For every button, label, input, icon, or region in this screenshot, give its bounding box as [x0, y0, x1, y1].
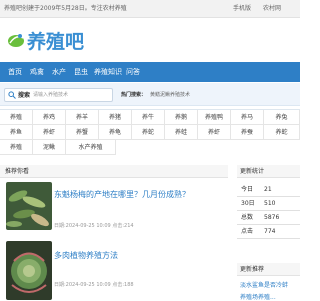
- article-title[interactable]: 多肉植物养殖方法: [54, 250, 118, 261]
- category-item[interactable]: 养蚕: [231, 125, 264, 140]
- site-notice: 养殖吧创建于2009年5月28日。专注农村养殖: [4, 5, 127, 12]
- nav-item-aquatic[interactable]: 水产: [52, 62, 66, 82]
- rural-link[interactable]: 农村网: [263, 5, 281, 12]
- category-item[interactable]: 养蛙: [165, 125, 198, 140]
- stat-value: 510: [264, 200, 276, 207]
- category-item[interactable]: 养蛇: [132, 125, 165, 140]
- top-links: 手机版 农村网: [233, 3, 291, 12]
- nav-item-knowledge[interactable]: 养殖知识: [94, 62, 122, 82]
- search-label: 搜索: [18, 92, 31, 99]
- hot-search-label: 热门搜索：: [121, 92, 147, 98]
- stat-row: 今日 21: [237, 183, 300, 197]
- category-item[interactable]: 养兔: [264, 110, 300, 125]
- article-title[interactable]: 东魁杨梅的产地在哪里？几月份成熟？: [54, 189, 190, 200]
- recommend-header: 推荐你看: [0, 165, 228, 178]
- search-placeholder: 请输入养殖技术: [33, 92, 69, 98]
- nav-item-home[interactable]: 首页: [8, 62, 22, 82]
- category-item[interactable]: 养殖: [0, 110, 33, 125]
- category-item[interactable]: 养蟹: [66, 125, 99, 140]
- stats-header: 更新统计: [237, 165, 300, 178]
- nav-item-qa[interactable]: 问答: [126, 62, 140, 82]
- category-item[interactable]: 泥鳅: [33, 140, 66, 155]
- category-item[interactable]: 养羊: [66, 110, 99, 125]
- category-grid: 养殖 养鸡 养羊 养猪 养牛 养鹅 养殖鸭 养马 养兔 养鱼 养虾 养蟹 养龟 …: [0, 109, 300, 160]
- main-nav: 首页 鸡禽 水产 昆虫 养殖知识 问答: [0, 62, 300, 82]
- logo-text: 养殖吧: [27, 30, 85, 53]
- category-item[interactable]: 养虾: [33, 125, 66, 140]
- article-thumbnail[interactable]: [6, 182, 52, 230]
- stat-row: 总数 5876: [237, 211, 300, 225]
- stat-key: 今日: [241, 186, 254, 193]
- category-item[interactable]: 养鱼: [0, 125, 33, 140]
- category-item[interactable]: 养马: [231, 110, 264, 125]
- category-item[interactable]: 养鹅: [165, 110, 198, 125]
- category-item[interactable]: 养殖: [0, 140, 33, 155]
- category-item[interactable]: 养虾: [198, 125, 231, 140]
- side-recommend-title: 更新推荐: [240, 266, 265, 273]
- category-item[interactable]: 水产养殖: [66, 140, 116, 155]
- stat-key: 30日: [241, 200, 255, 207]
- stat-row: 30日 510: [237, 197, 300, 211]
- category-item[interactable]: 养蛇: [264, 125, 300, 140]
- recommend-title: 推荐你看: [5, 168, 30, 175]
- article-thumbnail[interactable]: [6, 241, 52, 300]
- category-item[interactable]: 养猪: [99, 110, 132, 125]
- stat-value: 21: [264, 186, 272, 193]
- nav-item-poultry[interactable]: 鸡禽: [30, 62, 44, 82]
- top-bar: 养殖吧创建于2009年5月28日。专注农村养殖 手机版 农村网: [0, 0, 300, 18]
- nav-item-insects[interactable]: 昆虫: [74, 62, 88, 82]
- stat-value: 5876: [264, 214, 280, 221]
- article-meta: 日期:2024-09-25 10:09 点击:188: [54, 282, 134, 288]
- search-bar: 搜索 请输入养殖技术 热门搜索： 黄鳝泥鳅养殖技术: [0, 83, 300, 106]
- site-logo[interactable]: 养殖吧: [6, 27, 84, 53]
- stats-title: 更新统计: [240, 168, 265, 175]
- category-item[interactable]: 养牛: [132, 110, 165, 125]
- leaf-logo-icon: [8, 34, 24, 47]
- search-input[interactable]: 搜索 请输入养殖技术: [4, 88, 113, 102]
- stat-row: 点击 774: [237, 225, 300, 239]
- stat-key: 点击: [241, 228, 254, 235]
- mobile-link[interactable]: 手机版: [233, 5, 251, 12]
- side-recommend-header: 更新推荐: [237, 263, 300, 276]
- stat-key: 总数: [241, 214, 254, 221]
- article-meta: 日期:2024-09-25 10:09 点击:214: [54, 223, 134, 229]
- hot-search: 热门搜索： 黄鳝泥鳅养殖技术: [121, 91, 190, 98]
- search-icon: [8, 91, 16, 99]
- stat-value: 774: [264, 228, 276, 235]
- category-item[interactable]: 养龟: [99, 125, 132, 140]
- hot-search-term[interactable]: 黄鳝泥鳅养殖技术: [150, 92, 190, 98]
- category-item[interactable]: 养鸡: [33, 110, 66, 125]
- category-item[interactable]: 养殖鸭: [198, 110, 231, 125]
- side-recommend-item[interactable]: 淡水鲨鱼是否冷蚌: [240, 280, 288, 289]
